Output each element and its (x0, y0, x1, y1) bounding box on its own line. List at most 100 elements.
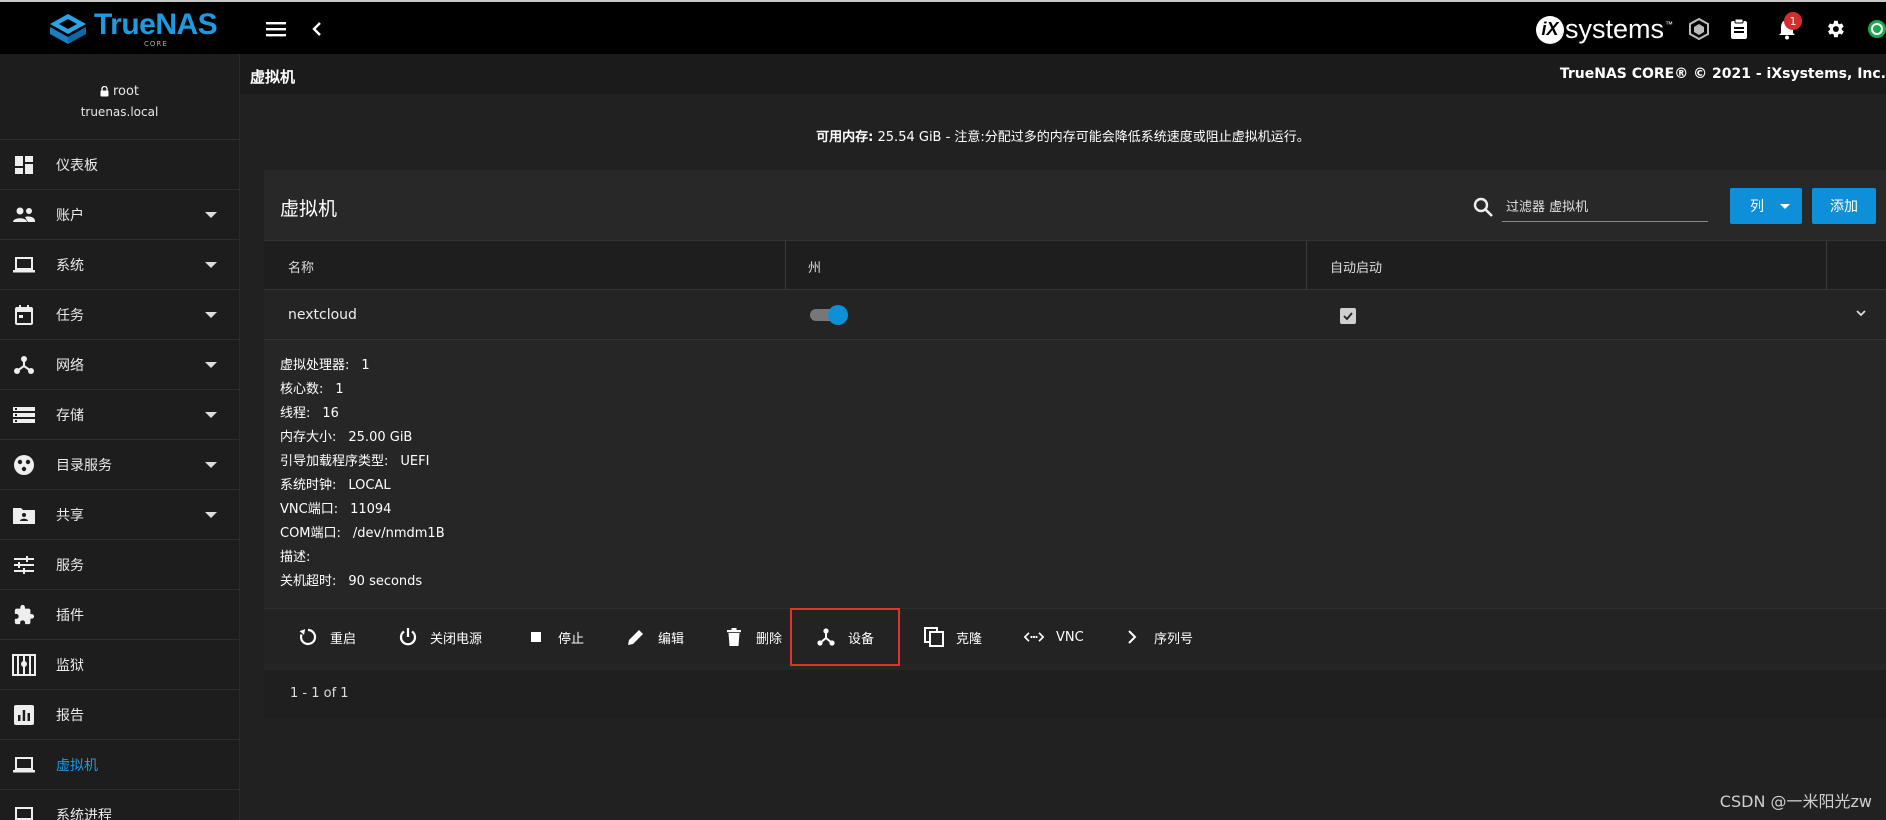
sidebar-item-dashboard[interactable]: 仪表板 (0, 140, 239, 190)
stop-button[interactable]: 停止 (526, 623, 584, 651)
memory-label: 可用内存: (816, 130, 874, 145)
sidebar-item-label: 报告 (56, 707, 84, 724)
sidebar-item-services[interactable]: 服务 (0, 540, 239, 590)
detail-row: 核心数: 1 (280, 382, 344, 397)
delete-button[interactable]: 删除 (724, 623, 782, 651)
sidebar-item-label: 虚拟机 (56, 757, 98, 774)
columns-button[interactable]: 列 (1730, 188, 1802, 224)
breadcrumb-bar: 虚拟机 TrueNAS CORE® © 2021 - iXsystems, In… (240, 54, 1886, 94)
memory-notice: 可用内存: 25.54 GiB - 注意:分配过多的内存可能会降低系统速度或阻止… (240, 126, 1886, 145)
chevron-down-icon (205, 212, 217, 218)
detail-row: 虚拟处理器: 1 (280, 358, 370, 373)
sidebar-item-storage[interactable]: 存储 (0, 390, 239, 440)
columns-button-label: 列 (1750, 199, 1764, 215)
sidebar-item-network[interactable]: 网络 (0, 340, 239, 390)
chevron-down-icon[interactable] (1854, 306, 1868, 320)
sidebar-item-tasks[interactable]: 任务 (0, 290, 239, 340)
sidebar-item-system[interactable]: 系统 (0, 240, 239, 290)
truenas-logo[interactable]: TrueNAS CORE (48, 8, 218, 48)
ixsystems-logo[interactable]: iX systems ™ (1536, 14, 1673, 45)
caret-down-icon (1780, 204, 1790, 209)
column-header-state[interactable]: 州 (808, 257, 821, 276)
memory-value: 25.54 GiB (877, 130, 942, 145)
vnc-button[interactable]: VNC (1024, 623, 1084, 651)
breadcrumb[interactable]: 虚拟机 (250, 66, 295, 87)
vm-details: 虚拟处理器: 1 核心数: 1 线程: 16 内存大小: 25.00 GiB 引导加载程… (280, 354, 445, 594)
table-header: 名称 州 自动启动 (264, 240, 1886, 291)
truecommand-icon[interactable] (1686, 16, 1712, 42)
card-header: 虚拟机 列 添加 (264, 170, 1886, 240)
storage-icon (12, 403, 36, 427)
chevron-down-icon (205, 412, 217, 418)
sidebar-item-reporting[interactable]: 报告 (0, 690, 239, 740)
power-off-button[interactable]: 关闭电源 (398, 623, 482, 651)
username: root (112, 84, 140, 99)
chevron-down-icon (205, 362, 217, 368)
sidebar-item-jails[interactable]: 监狱 (0, 640, 239, 690)
card-title: 虚拟机 (280, 198, 338, 220)
sidebar-item-accounts[interactable]: 账户 (0, 190, 239, 240)
sidebar-item-label: 目录服务 (56, 457, 112, 474)
sidebar-item-sharing[interactable]: 共享 (0, 490, 239, 540)
clone-button[interactable]: 克隆 (924, 623, 982, 651)
power-icon[interactable] (1864, 16, 1886, 42)
ix-systems-text: systems (1565, 14, 1665, 44)
add-button[interactable]: 添加 (1812, 188, 1876, 224)
sidebar-item-label: 监狱 (56, 657, 84, 674)
vm-name: nextcloud (288, 307, 357, 323)
column-header-autostart[interactable]: 自动启动 (1330, 257, 1382, 276)
system-icon (12, 253, 36, 277)
sidebar-item-virtual-machines[interactable]: 虚拟机 (0, 740, 239, 790)
detail-row: VNC端口: 11094 (280, 502, 392, 517)
hostname: truenas.local (80, 105, 159, 119)
column-header-name[interactable]: 名称 (288, 257, 314, 276)
vnc-icon (1024, 632, 1044, 642)
watermark: CSDN @一米阳光zw (1719, 792, 1872, 811)
column-divider (785, 241, 786, 291)
trash-icon (727, 628, 741, 646)
sidebar-item-plugins[interactable]: 插件 (0, 590, 239, 640)
state-toggle[interactable] (810, 304, 848, 325)
copyright[interactable]: TrueNAS CORE® © 2021 - iXsystems, Inc. (1560, 66, 1886, 82)
brand-edition: CORE (144, 40, 168, 48)
truenas-logo-icon (50, 14, 86, 44)
directory-services-icon (12, 453, 36, 477)
pencil-icon (628, 630, 643, 645)
sidebar-item-processes[interactable]: 系统进程 (0, 790, 239, 820)
gear-icon[interactable] (1822, 16, 1848, 42)
filter-field (1473, 194, 1708, 222)
chevron-down-icon (205, 512, 217, 518)
clone-icon (924, 627, 944, 647)
task-manager-icon[interactable] (1726, 16, 1752, 42)
sidebar-item-directory-services[interactable]: 目录服务 (0, 440, 239, 490)
detail-row: COM端口:/dev/nmdm1B (280, 526, 445, 541)
reporting-icon (12, 703, 36, 727)
chevron-down-icon (205, 462, 217, 468)
sidebar: root truenas.local 仪表板 账户 系统 任务 网络 存储 目录… (0, 54, 240, 820)
pagination: 1 - 1 of 1 (264, 670, 1886, 718)
restart-icon (299, 628, 317, 646)
restart-button[interactable]: 重启 (298, 623, 356, 651)
sidebar-item-label: 仪表板 (56, 157, 98, 174)
brand-name: TrueNAS (94, 8, 218, 41)
sidebar-item-label: 系统进程 (56, 807, 112, 820)
pagination-range: 1 - 1 of 1 (290, 686, 349, 701)
processes-icon (12, 803, 36, 820)
plugins-icon (12, 603, 36, 627)
menu-icon[interactable] (264, 16, 290, 42)
memory-warning: - 注意:分配过多的内存可能会降低系统速度或阻止虚拟机运行。 (941, 130, 1310, 145)
serial-button[interactable]: 序列号 (1122, 623, 1193, 651)
power-off-icon (399, 628, 417, 646)
devices-button[interactable]: 设备 (789, 608, 901, 666)
sidebar-item-label: 服务 (56, 557, 84, 574)
sidebar-item-label: 网络 (56, 357, 84, 374)
notification-badge: 1 (1784, 12, 1802, 30)
back-chevron-icon[interactable] (304, 16, 330, 42)
jails-icon (12, 653, 36, 677)
tasks-icon (12, 303, 36, 327)
autostart-checkbox[interactable] (1340, 308, 1356, 324)
check-icon (1343, 312, 1353, 321)
edit-button[interactable]: 编辑 (626, 623, 684, 651)
filter-input[interactable] (1506, 196, 1702, 218)
table-row[interactable]: nextcloud (264, 290, 1886, 340)
